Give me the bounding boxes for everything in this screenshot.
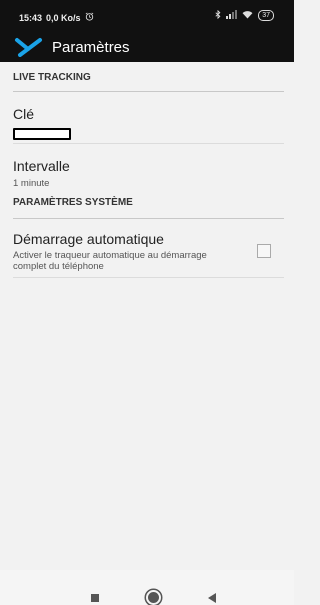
recents-square-icon[interactable] (91, 594, 99, 602)
autostart-checkbox[interactable] (257, 244, 271, 258)
autostart-preference[interactable]: Démarrage automatique Activer le traqueu… (13, 219, 284, 278)
app-bar: Paramètres (0, 32, 294, 62)
key-title: Clé (13, 106, 35, 122)
signal-icon (226, 10, 238, 21)
section-header-live-tracking: LIVE TRACKING (13, 62, 284, 92)
wifi-icon (242, 10, 253, 21)
status-time: 15:43 (19, 12, 43, 23)
interval-title: Intervalle (13, 158, 70, 174)
status-bar: 15:43 0,0 Ko/s 37 (0, 0, 294, 32)
autostart-summary: Activer le traqueur automatique au démar… (13, 250, 207, 272)
alarm-clock-icon (85, 12, 94, 23)
key-value-field[interactable] (13, 128, 71, 140)
settings-list: LIVE TRACKING Clé Intervalle 1 minute PA… (13, 62, 284, 278)
page-title: Paramètres (52, 39, 130, 56)
interval-preference[interactable]: Intervalle 1 minute (13, 144, 284, 193)
navigation-bar (0, 570, 294, 605)
bluetooth-icon (215, 9, 221, 21)
home-circle-icon[interactable] (148, 592, 159, 603)
key-preference[interactable]: Clé (13, 92, 284, 144)
status-speed: 0,0 Ko/s (46, 12, 81, 23)
section-header-system: PARAMÈTRES SYSTÈME (13, 193, 284, 219)
app-logo-icon (14, 37, 44, 57)
interval-summary: 1 minute (13, 178, 50, 189)
battery-icon: 37 (258, 10, 274, 21)
autostart-title: Démarrage automatique (13, 231, 164, 247)
back-triangle-icon[interactable] (208, 593, 216, 603)
